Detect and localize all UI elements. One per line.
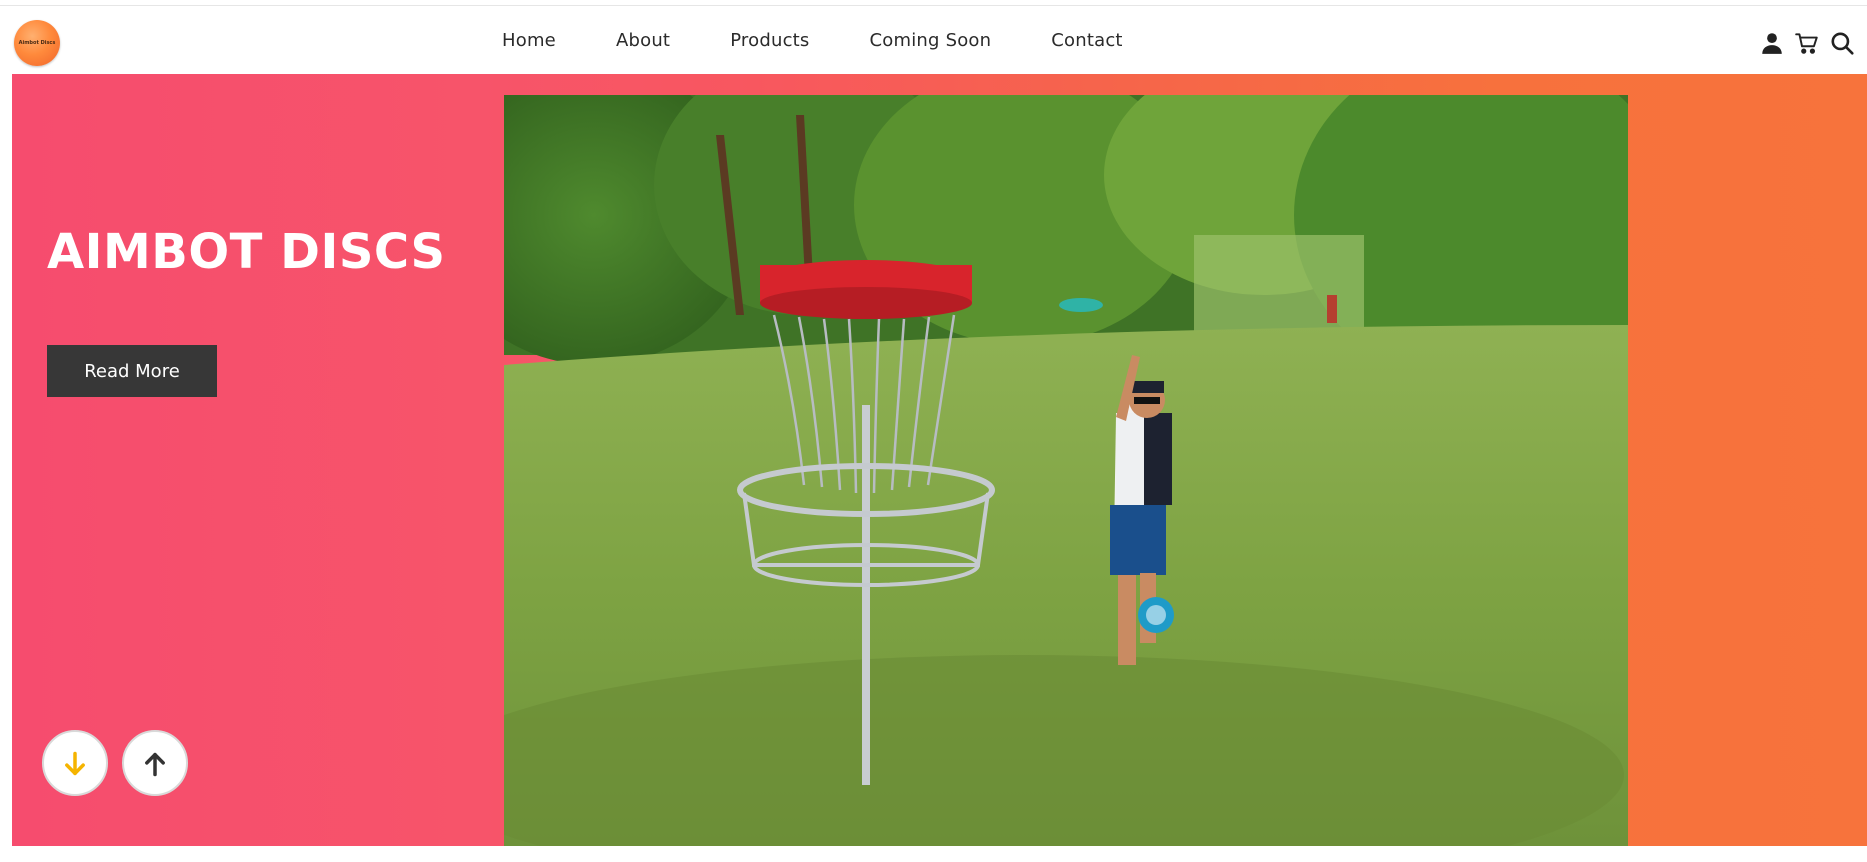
read-more-button[interactable]: Read More	[47, 345, 217, 397]
cart-icon[interactable]	[1794, 30, 1820, 56]
site-header: Aimbot Discs Home About Products Coming …	[0, 6, 1867, 74]
search-icon[interactable]	[1829, 30, 1855, 56]
nav-contact[interactable]: Contact	[1051, 30, 1122, 51]
bottom-strip	[0, 846, 1867, 862]
nav-home[interactable]: Home	[502, 30, 556, 51]
hero-banner: AIMBOT DISCS Read More	[12, 74, 1867, 846]
nav-products[interactable]: Products	[730, 30, 809, 51]
arrow-up-icon	[145, 752, 165, 777]
hero-title: AIMBOT DISCS	[47, 224, 446, 280]
header-icons	[1750, 30, 1855, 56]
arrow-down-icon	[65, 751, 85, 776]
main-nav: Home About Products Coming Soon Contact	[502, 6, 1123, 74]
disc-golf-photo	[504, 95, 1628, 846]
scroll-up-button[interactable]	[122, 730, 188, 796]
nav-coming-soon[interactable]: Coming Soon	[870, 30, 992, 51]
site-logo[interactable]: Aimbot Discs	[14, 20, 60, 66]
logo-text: Aimbot Discs	[18, 40, 56, 46]
nav-about[interactable]: About	[616, 30, 670, 51]
scroll-down-button[interactable]	[42, 730, 108, 796]
user-icon[interactable]	[1759, 30, 1785, 56]
